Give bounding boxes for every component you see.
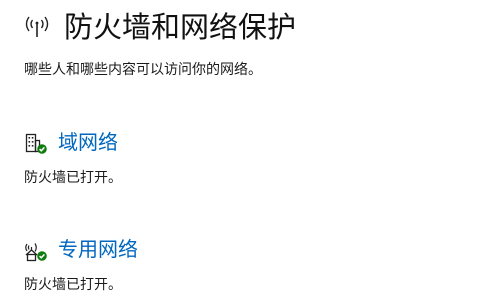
domain-network-status: 防火墙已打开。 — [24, 170, 122, 186]
domain-building-icon — [25, 133, 47, 154]
page-subtitle: 哪些人和哪些内容可以访问你的网络。 — [24, 62, 262, 78]
private-network-status: 防火墙已打开。 — [24, 277, 122, 293]
page-title: 防火墙和网络保护 — [64, 10, 297, 44]
firewall-network-protection-page: 防火墙和网络保护 哪些人和哪些内容可以访问你的网络。 域网络 防火墙已打开。 专… — [0, 0, 493, 306]
private-home-network-icon — [25, 243, 47, 262]
private-network-link[interactable]: 专用网络 — [58, 235, 138, 263]
wifi-antenna-icon — [25, 16, 49, 37]
domain-network-link[interactable]: 域网络 — [58, 128, 118, 156]
